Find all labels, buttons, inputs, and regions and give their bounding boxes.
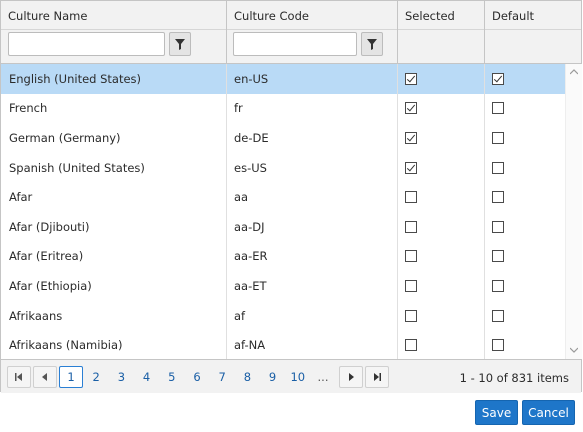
column-title-culture-code[interactable]: Culture Code — [234, 9, 309, 23]
culture-name-filter-input[interactable] — [8, 32, 165, 56]
default-checkbox[interactable] — [492, 309, 504, 322]
cell-culture-name: Afrikaans — [9, 308, 63, 323]
cell-culture-code: fr — [234, 101, 243, 116]
prev-page-icon — [42, 373, 47, 381]
column-default[interactable]: Default — [485, 1, 581, 63]
column-culture-name[interactable]: Culture Name — [1, 1, 227, 63]
table-row[interactable]: Afrikaans (Namibia) af-NA — [1, 330, 565, 359]
pager-page-10[interactable]: 10 — [286, 366, 310, 388]
selected-checkbox[interactable] — [405, 309, 417, 322]
cell-culture-code: af — [234, 308, 246, 323]
filter-icon — [175, 38, 185, 50]
default-checkbox[interactable] — [492, 250, 504, 263]
pager-first-button[interactable] — [7, 366, 31, 388]
save-button[interactable]: Save — [475, 400, 518, 425]
last-page-icon — [374, 373, 381, 381]
table-row[interactable]: Afar (Eritrea) aa-ER — [1, 242, 565, 272]
pager-last-button[interactable] — [365, 366, 389, 388]
cell-culture-name: Afar (Ethiopia) — [9, 278, 92, 293]
pager-page-3[interactable]: 3 — [109, 366, 133, 388]
next-page-icon — [349, 373, 354, 381]
culture-grid: Culture Name Culture Code Selected Defau… — [0, 0, 582, 393]
column-title-culture-name[interactable]: Culture Name — [8, 9, 87, 23]
selected-checkbox[interactable] — [405, 250, 417, 263]
pager-more[interactable]: ... — [311, 366, 335, 388]
pager-page-8[interactable]: 8 — [235, 366, 259, 388]
grid-body: English (United States) en-US French fr Germ… — [1, 64, 581, 359]
default-checkbox[interactable] — [492, 279, 504, 292]
cell-culture-name: Afrikaans (Namibia) — [9, 338, 123, 353]
column-title-selected[interactable]: Selected — [405, 9, 455, 23]
cell-culture-code: aa-ER — [234, 249, 268, 264]
selected-checkbox[interactable] — [405, 102, 417, 115]
cancel-button[interactable]: Cancel — [522, 400, 575, 425]
cell-culture-name: French — [9, 101, 48, 116]
pager-page-4[interactable]: 4 — [135, 366, 159, 388]
cell-culture-name: Afar (Eritrea) — [9, 249, 84, 264]
selected-checkbox[interactable] — [405, 339, 417, 352]
selected-checkbox[interactable] — [405, 131, 417, 144]
table-row[interactable]: Spanish (United States) es-US — [1, 153, 565, 183]
cell-culture-code: af-NA — [234, 338, 266, 353]
pager-page-6[interactable]: 6 — [185, 366, 209, 388]
selected-checkbox[interactable] — [405, 72, 417, 85]
cell-culture-code: aa-ET — [234, 278, 267, 293]
table-row[interactable]: German (Germany) de-DE — [1, 123, 565, 153]
selected-checkbox[interactable] — [405, 161, 417, 174]
cell-culture-code: aa-DJ — [234, 219, 265, 234]
default-checkbox[interactable] — [492, 220, 504, 233]
pager-prev-button[interactable] — [33, 366, 57, 388]
column-title-default[interactable]: Default — [492, 9, 534, 23]
cell-culture-code: en-US — [234, 71, 269, 86]
selected-checkbox[interactable] — [405, 191, 417, 204]
table-row[interactable]: Afar aa — [1, 182, 565, 212]
pager-next-button[interactable] — [339, 366, 363, 388]
default-checkbox[interactable] — [492, 191, 504, 204]
cell-culture-name: Afar (Djibouti) — [9, 219, 90, 234]
cell-culture-name: Spanish (United States) — [9, 160, 145, 175]
cell-culture-name: English (United States) — [9, 71, 142, 86]
pager-page-9[interactable]: 9 — [261, 366, 285, 388]
cell-culture-code: aa — [234, 190, 249, 205]
selected-checkbox[interactable] — [405, 279, 417, 292]
table-row[interactable]: Afar (Ethiopia) aa-ET — [1, 271, 565, 301]
pager-info: 1 - 10 of 831 items — [459, 371, 569, 385]
first-page-icon — [15, 373, 22, 381]
cell-culture-code: es-US — [234, 160, 267, 175]
culture-name-filter-button[interactable] — [169, 32, 191, 56]
cell-culture-code: de-DE — [234, 130, 269, 145]
default-checkbox[interactable] — [492, 131, 504, 144]
pager-page-5[interactable]: 5 — [160, 366, 184, 388]
default-checkbox[interactable] — [492, 102, 504, 115]
cell-culture-name: Afar — [9, 190, 33, 205]
pager-page-1[interactable]: 1 — [59, 366, 83, 388]
default-checkbox[interactable] — [492, 339, 504, 352]
scroll-down-icon[interactable] — [570, 347, 578, 353]
pager-page-7[interactable]: 7 — [210, 366, 234, 388]
default-checkbox[interactable] — [492, 161, 504, 174]
table-row[interactable]: French fr — [1, 94, 565, 124]
vertical-scrollbar[interactable] — [565, 64, 582, 359]
pager-page-2[interactable]: 2 — [84, 366, 108, 388]
table-row[interactable]: Afrikaans af — [1, 301, 565, 331]
selected-checkbox[interactable] — [405, 220, 417, 233]
default-checkbox[interactable] — [492, 72, 504, 85]
table-row[interactable]: Afar (Djibouti) aa-DJ — [1, 212, 565, 242]
table-row[interactable]: English (United States) en-US — [1, 64, 565, 94]
filter-icon — [367, 38, 377, 50]
scroll-up-icon[interactable] — [570, 69, 578, 75]
column-culture-code[interactable]: Culture Code — [227, 1, 398, 63]
culture-code-filter-button[interactable] — [361, 32, 383, 56]
column-selected[interactable]: Selected — [398, 1, 485, 63]
cell-culture-name: German (Germany) — [9, 130, 121, 145]
culture-code-filter-input[interactable] — [233, 32, 357, 56]
grid-header: Culture Name Culture Code Selected Defau… — [1, 1, 581, 64]
grid-pager: 1 2 3 4 5 6 7 8 9 10... 1 - 10 of 831 items — [1, 359, 581, 393]
